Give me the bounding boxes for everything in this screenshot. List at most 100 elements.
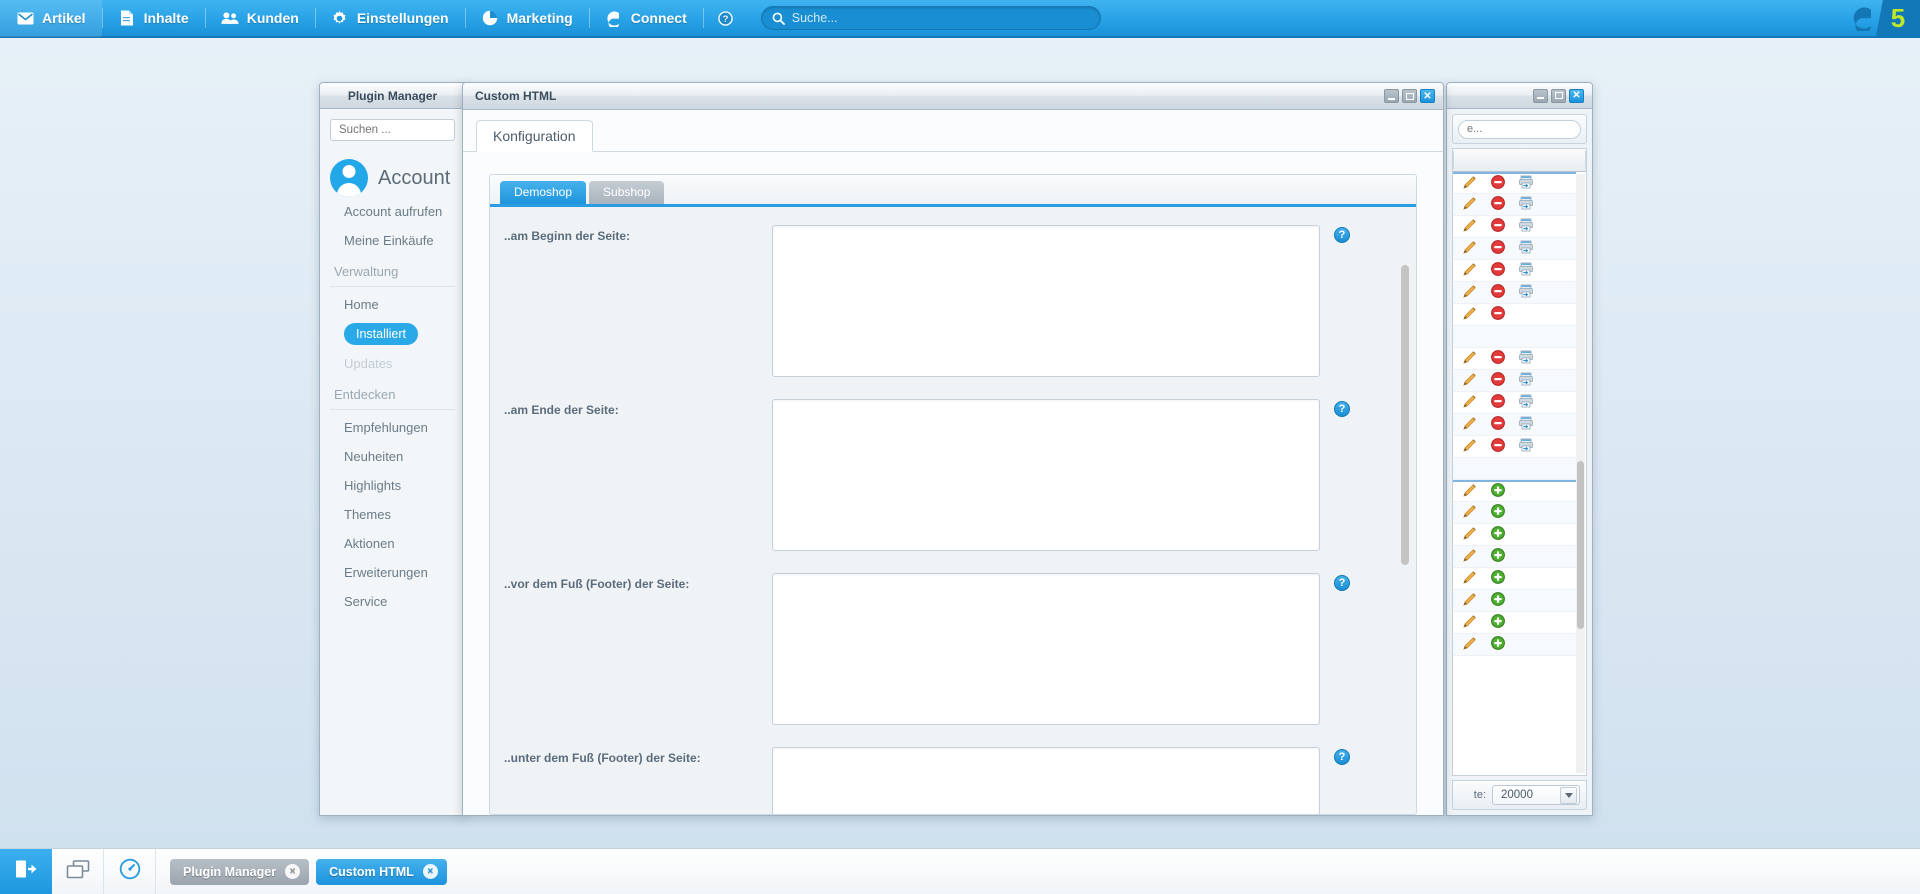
table-row[interactable] xyxy=(1453,171,1576,194)
table-row[interactable] xyxy=(1453,457,1576,480)
table-row[interactable] xyxy=(1453,413,1576,436)
table-row[interactable] xyxy=(1453,304,1576,326)
table-row[interactable] xyxy=(1453,633,1576,656)
global-search[interactable] xyxy=(760,6,1101,30)
sidebar-item-account-aufrufen[interactable]: Account aufrufen xyxy=(330,197,455,226)
task-custom-html[interactable]: Custom HTML × xyxy=(316,858,447,885)
nav-item-kunden[interactable]: Kunden xyxy=(204,0,315,37)
printer-icon[interactable] xyxy=(1519,196,1535,212)
table-row[interactable] xyxy=(1453,612,1576,634)
minus-circle-icon[interactable] xyxy=(1491,218,1507,234)
pencil-icon[interactable] xyxy=(1463,218,1479,234)
table-row[interactable] xyxy=(1453,193,1576,216)
dashboard-button[interactable] xyxy=(104,849,156,894)
minus-circle-icon[interactable] xyxy=(1491,196,1507,212)
table-row[interactable] xyxy=(1453,479,1576,502)
table-row[interactable] xyxy=(1453,524,1576,546)
pencil-icon[interactable] xyxy=(1463,284,1479,300)
pencil-icon[interactable] xyxy=(1463,175,1479,191)
plus-circle-icon[interactable] xyxy=(1491,614,1507,630)
minus-circle-icon[interactable] xyxy=(1491,372,1507,388)
table-row[interactable] xyxy=(1453,392,1576,414)
minus-circle-icon[interactable] xyxy=(1491,175,1507,191)
grid-minimize-button[interactable] xyxy=(1533,88,1548,103)
table-row[interactable] xyxy=(1453,260,1576,282)
sidebar-item-updates[interactable]: Updates xyxy=(330,349,455,378)
table-row[interactable] xyxy=(1453,216,1576,238)
sidebar-item-meine-einkaeufe[interactable]: Meine Einkäufe xyxy=(330,226,455,255)
pencil-icon[interactable] xyxy=(1463,570,1479,586)
minus-circle-icon[interactable] xyxy=(1491,306,1507,322)
printer-icon[interactable] xyxy=(1519,240,1535,256)
minimize-icon[interactable] xyxy=(1384,89,1399,103)
pencil-icon[interactable] xyxy=(1463,504,1479,520)
nav-item-marketing[interactable]: Marketing xyxy=(464,0,589,37)
minus-circle-icon[interactable] xyxy=(1491,262,1507,278)
pencil-icon[interactable] xyxy=(1463,196,1479,212)
pencil-icon[interactable] xyxy=(1463,526,1479,542)
plus-circle-icon[interactable] xyxy=(1491,504,1507,520)
chevron-down-icon[interactable] xyxy=(1560,786,1577,804)
window-list-button[interactable] xyxy=(52,849,104,894)
pencil-icon[interactable] xyxy=(1463,350,1479,366)
maximize-icon[interactable] xyxy=(1402,89,1417,103)
plus-circle-icon[interactable] xyxy=(1491,570,1507,586)
table-row[interactable] xyxy=(1453,589,1576,612)
task-plugin-manager-close-icon[interactable]: × xyxy=(285,864,301,879)
table-row[interactable] xyxy=(1453,501,1576,524)
sidebar-item-empfehlungen[interactable]: Empfehlungen xyxy=(330,413,455,442)
printer-icon[interactable] xyxy=(1519,416,1535,432)
table-row[interactable] xyxy=(1453,325,1576,348)
task-plugin-manager[interactable]: Plugin Manager × xyxy=(170,858,310,885)
field-input-ende[interactable] xyxy=(772,399,1320,551)
nav-item-artikel[interactable]: Artikel xyxy=(0,0,102,37)
sidebar-item-home[interactable]: Home xyxy=(330,290,455,319)
grid-window-titlebar[interactable]: ✕ xyxy=(1447,83,1592,109)
plus-circle-icon[interactable] xyxy=(1491,526,1507,542)
tab-konfiguration[interactable]: Konfiguration xyxy=(476,120,593,152)
nav-item-connect[interactable]: Connect xyxy=(588,0,703,37)
nav-item-help[interactable]: ? xyxy=(702,0,749,37)
pencil-icon[interactable] xyxy=(1463,306,1479,322)
plus-circle-icon[interactable] xyxy=(1491,548,1507,564)
custom-html-titlebar[interactable]: Custom HTML ✕ xyxy=(463,83,1443,110)
pencil-icon[interactable] xyxy=(1463,416,1479,432)
plus-circle-icon[interactable] xyxy=(1491,483,1507,499)
minus-circle-icon[interactable] xyxy=(1491,438,1507,454)
printer-icon[interactable] xyxy=(1519,218,1535,234)
sidebar-item-installiert[interactable]: Installiert xyxy=(330,319,455,349)
pencil-icon[interactable] xyxy=(1463,548,1479,564)
table-row[interactable] xyxy=(1453,545,1576,568)
grid-close-button[interactable]: ✕ xyxy=(1569,88,1584,103)
sidebar-item-highlights[interactable]: Highlights xyxy=(330,471,455,500)
table-row[interactable] xyxy=(1453,281,1576,304)
task-custom-html-close-icon[interactable]: × xyxy=(422,864,438,879)
field-input-vor-footer[interactable] xyxy=(772,573,1320,725)
plus-circle-icon[interactable] xyxy=(1491,636,1507,652)
help-icon-unter-footer[interactable]: ? xyxy=(1334,749,1350,765)
printer-icon[interactable] xyxy=(1519,372,1535,388)
minus-circle-icon[interactable] xyxy=(1491,240,1507,256)
pencil-icon[interactable] xyxy=(1463,636,1479,652)
help-icon-ende[interactable]: ? xyxy=(1334,401,1350,417)
plugin-search-input[interactable] xyxy=(330,119,455,141)
printer-icon[interactable] xyxy=(1519,438,1535,454)
pencil-icon[interactable] xyxy=(1463,614,1479,630)
pencil-icon[interactable] xyxy=(1463,438,1479,454)
pencil-icon[interactable] xyxy=(1463,483,1479,499)
pencil-icon[interactable] xyxy=(1463,262,1479,278)
field-input-beginn[interactable] xyxy=(772,225,1320,377)
tab-demoshop[interactable]: Demoshop xyxy=(500,181,587,204)
printer-icon[interactable] xyxy=(1519,350,1535,366)
sidebar-item-neuheiten[interactable]: Neuheiten xyxy=(330,442,455,471)
pencil-icon[interactable] xyxy=(1463,592,1479,608)
sidebar-item-service[interactable]: Service xyxy=(330,587,455,616)
plugin-manager-titlebar[interactable]: Plugin Manager xyxy=(320,83,465,109)
minus-circle-icon[interactable] xyxy=(1491,284,1507,300)
logout-button[interactable] xyxy=(0,849,52,894)
table-row[interactable] xyxy=(1453,237,1576,260)
help-icon-beginn[interactable]: ? xyxy=(1334,227,1350,243)
plus-circle-icon[interactable] xyxy=(1491,592,1507,608)
printer-icon[interactable] xyxy=(1519,175,1535,191)
table-row[interactable] xyxy=(1453,436,1576,458)
